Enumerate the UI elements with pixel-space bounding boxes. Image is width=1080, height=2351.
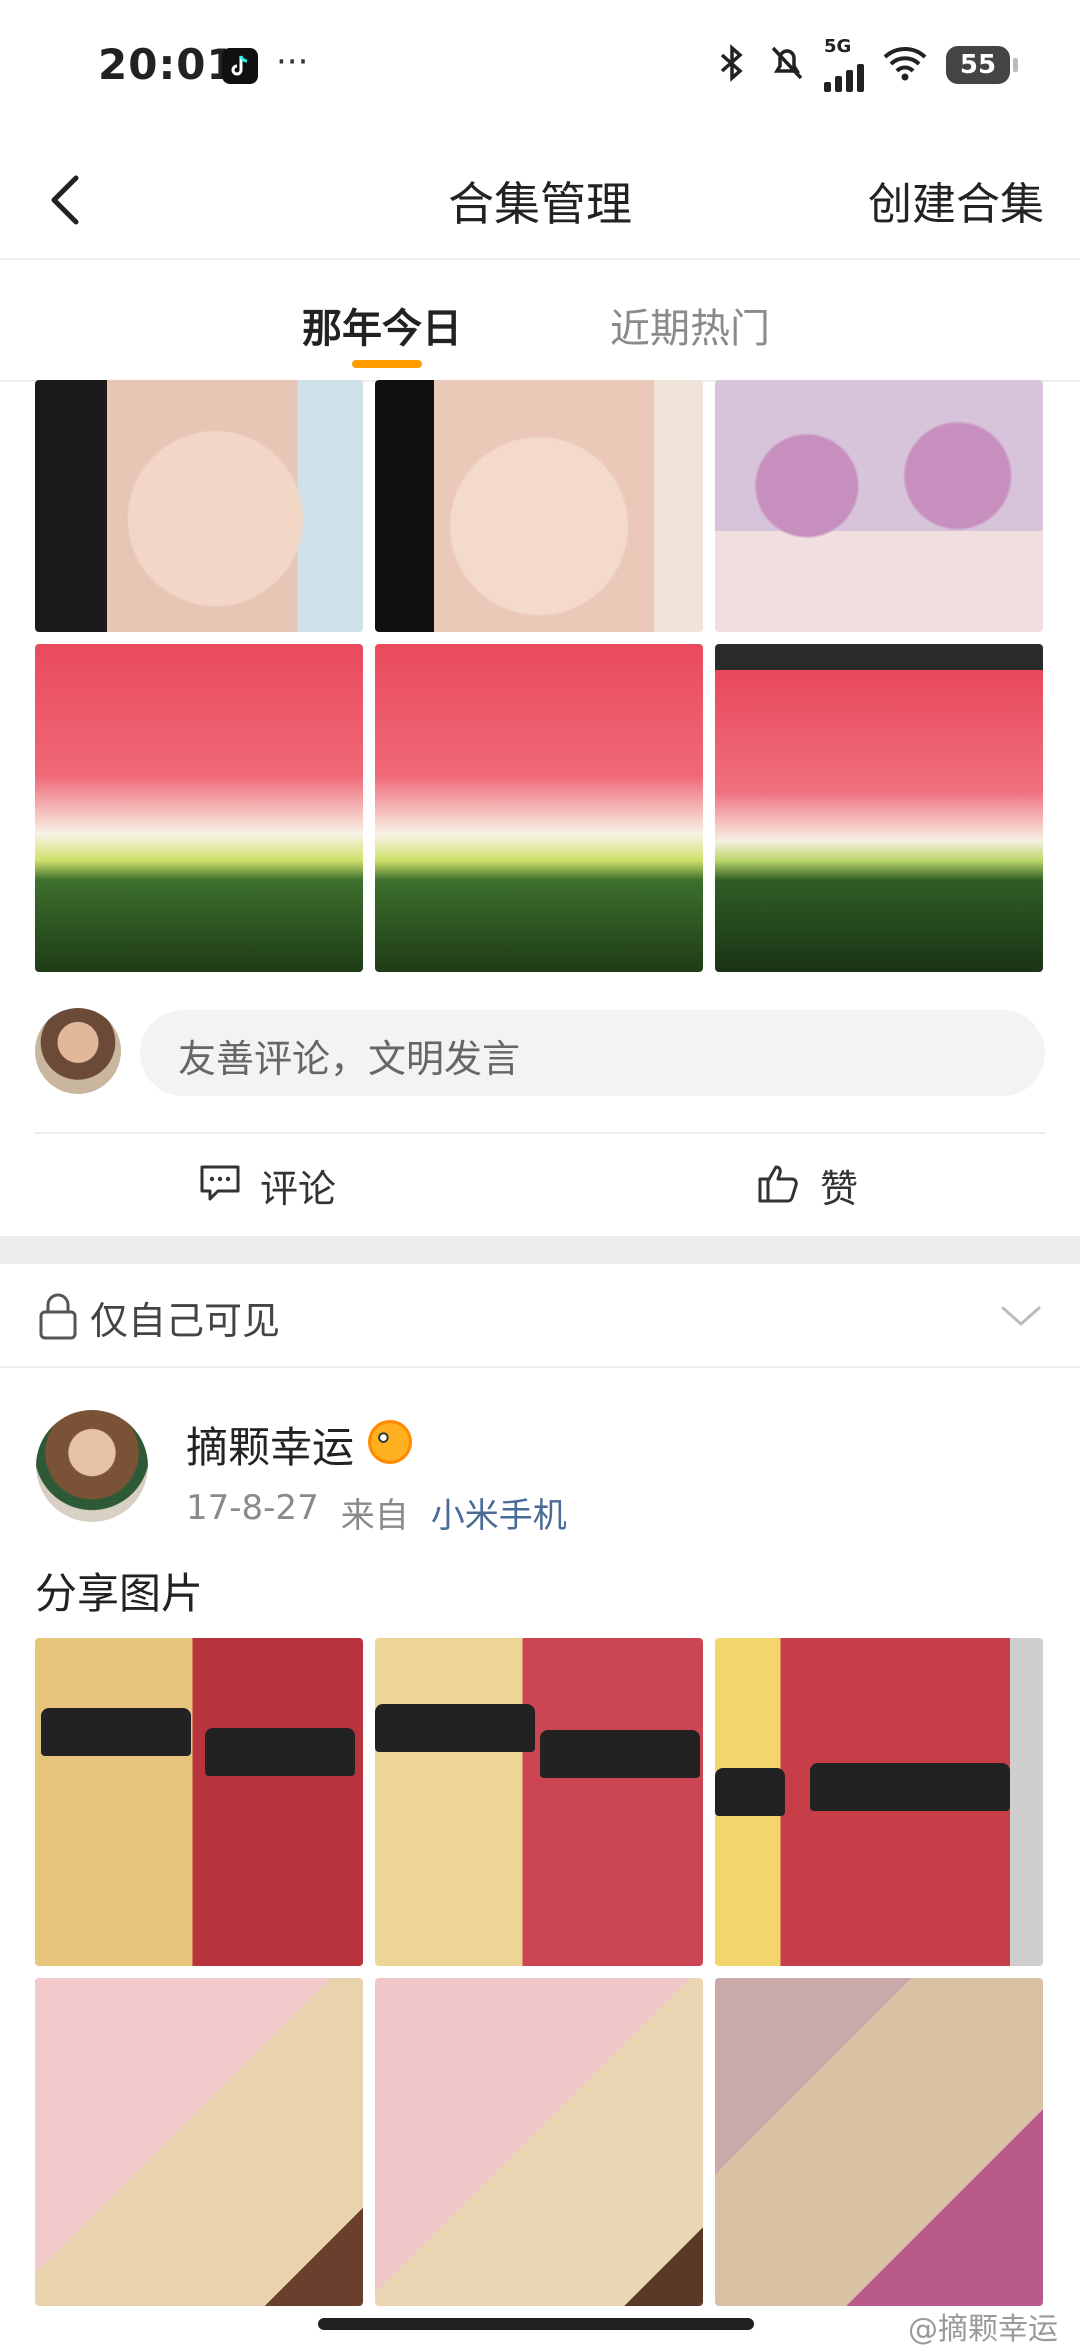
visibility-row[interactable]: 仅自己可见	[0, 1264, 1080, 1368]
tiktok-icon	[222, 48, 258, 84]
post-text: 分享图片	[35, 1569, 204, 1618]
visibility-label: 仅自己可见	[90, 1299, 281, 1343]
photo-thumbnail[interactable]	[375, 644, 703, 972]
comment-icon	[198, 1162, 242, 1208]
photo-thumbnail[interactable]	[715, 1978, 1043, 2306]
image-grid-1	[35, 380, 1045, 972]
user-avatar[interactable]	[36, 1410, 148, 1522]
photo-thumbnail[interactable]	[715, 644, 1043, 972]
notification-dots: ···	[276, 42, 309, 82]
source-prefix: 来自	[340, 1496, 409, 1536]
tab-bar: 那年今日 近期热门	[0, 260, 1080, 382]
comment-placeholder: 友善评论，文明发言	[178, 1037, 521, 1081]
status-time: 20:01	[98, 40, 237, 89]
username[interactable]: 摘颗幸运	[186, 1414, 354, 1475]
wifi-icon	[882, 45, 928, 85]
network-label: 5G	[824, 36, 852, 57]
status-bar: 20:01 ··· 5G 55	[0, 0, 1080, 140]
photo-thumbnail[interactable]	[715, 1638, 1043, 1966]
divider	[35, 1132, 1045, 1134]
photo-thumbnail[interactable]	[715, 380, 1043, 632]
post-meta: 17-8-27 来自 小米手机	[186, 1488, 567, 1537]
source-link[interactable]: 小米手机	[431, 1488, 567, 1537]
signal-5g-icon: 5G	[824, 38, 864, 92]
like-button[interactable]: 赞	[756, 1152, 858, 1218]
comment-button[interactable]: 评论	[198, 1152, 336, 1218]
watermark: @摘颗幸运	[908, 2312, 1058, 2347]
photo-thumbnail[interactable]	[35, 1978, 363, 2306]
thumbs-up-icon	[756, 1161, 802, 1209]
home-indicator[interactable]	[318, 2318, 754, 2330]
title-bar: 合集管理 创建合集	[0, 140, 1080, 260]
comment-input[interactable]: 友善评论，文明发言	[140, 1010, 1045, 1096]
chevron-down-icon[interactable]	[998, 1296, 1044, 1336]
photo-thumbnail[interactable]	[35, 1638, 363, 1966]
create-collection-button[interactable]: 创建合集	[868, 168, 1044, 232]
tab-recent-popular[interactable]: 近期热门	[610, 296, 770, 354]
comment-label: 评论	[260, 1166, 337, 1211]
photo-thumbnail[interactable]	[375, 1978, 703, 2306]
bluetooth-icon	[716, 43, 750, 87]
active-tab-indicator	[352, 360, 422, 368]
photo-thumbnail[interactable]	[375, 1638, 703, 1966]
photo-thumbnail[interactable]	[375, 380, 703, 632]
fish-badge-icon	[368, 1420, 412, 1464]
like-label: 赞	[820, 1166, 859, 1211]
post-date: 17-8-27	[186, 1488, 319, 1528]
tab-on-this-day[interactable]: 那年今日	[302, 296, 462, 354]
photo-thumbnail[interactable]	[35, 644, 363, 972]
status-icons: 5G 55	[716, 38, 1018, 92]
section-separator	[0, 1236, 1080, 1264]
lock-icon	[36, 1292, 80, 1342]
mute-bell-icon	[768, 43, 806, 87]
avatar[interactable]	[35, 1008, 121, 1094]
battery-icon: 55	[946, 46, 1018, 84]
image-grid-2	[35, 1638, 1045, 2306]
photo-thumbnail[interactable]	[35, 380, 363, 632]
